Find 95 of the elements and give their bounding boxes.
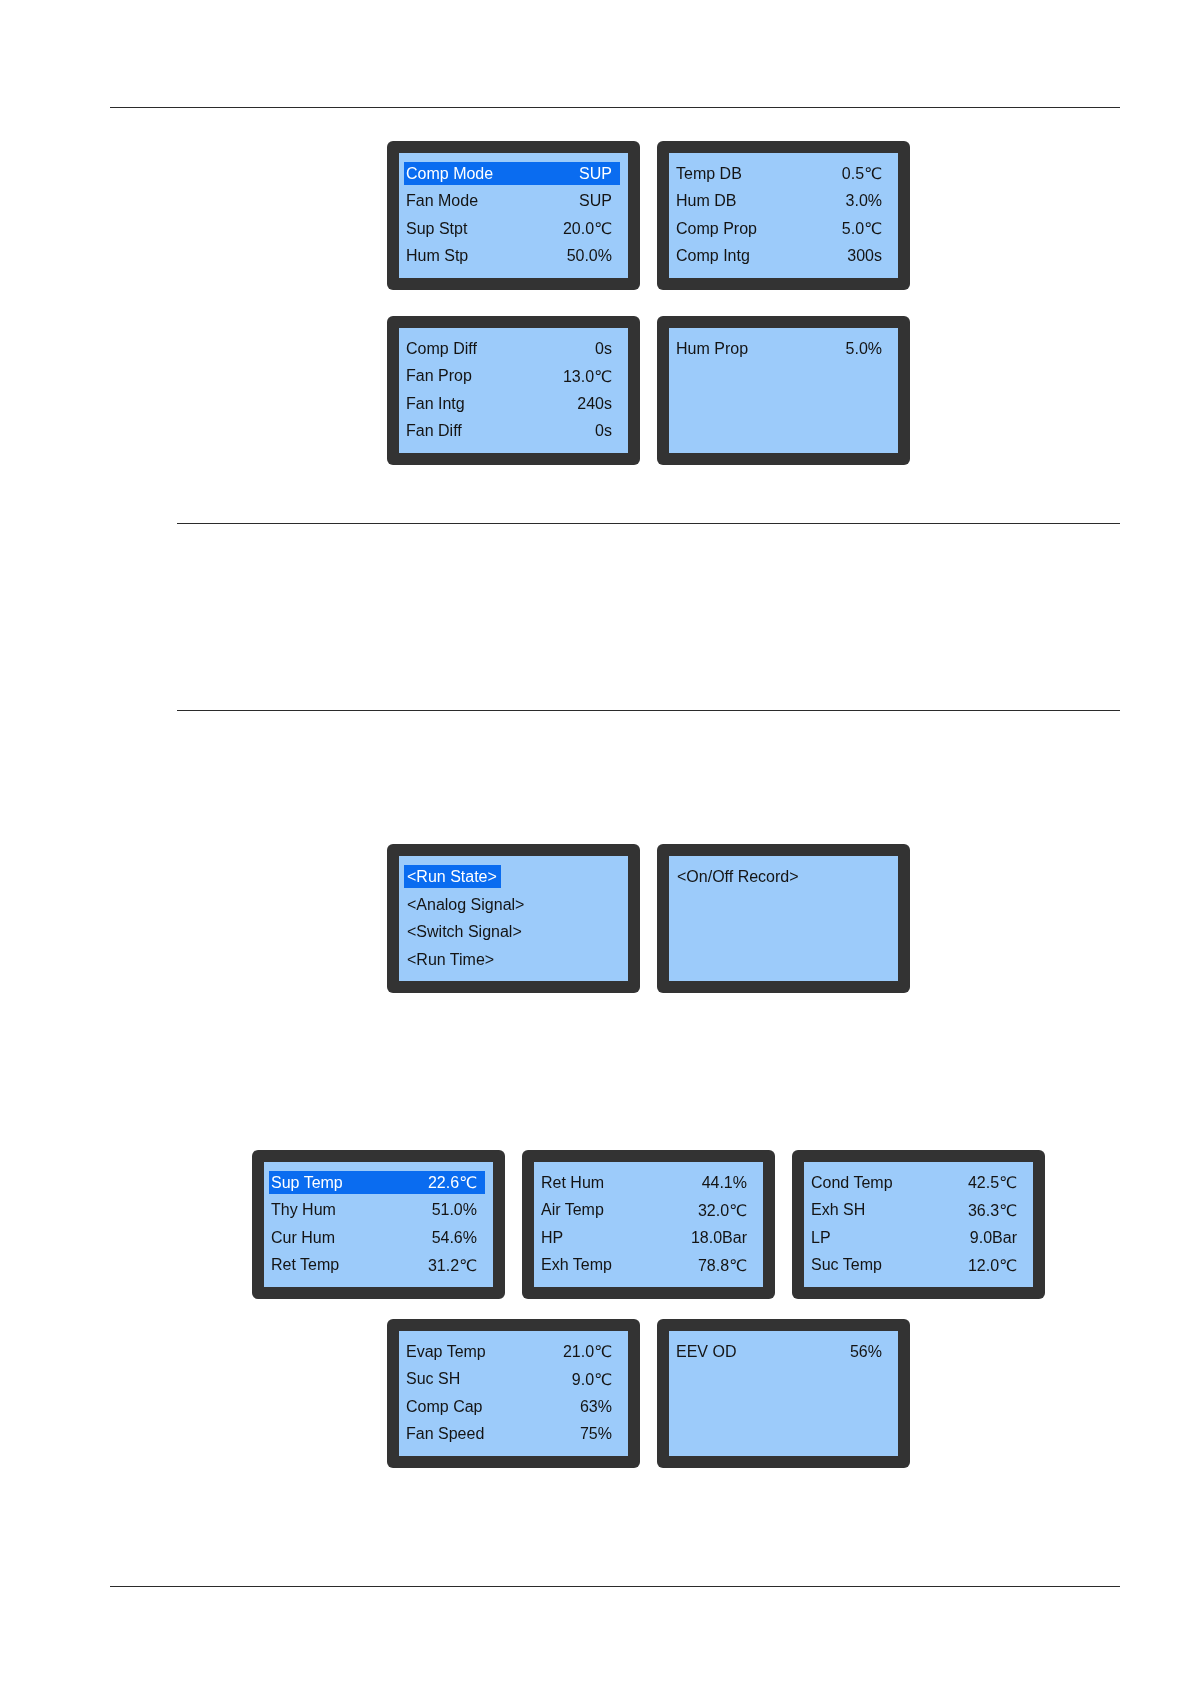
parameter-row[interactable]: Sup Stpt 20.0℃ [404,217,620,240]
parameter-value: 300s [847,247,882,265]
parameter-value: 18.0Bar [690,1228,747,1247]
parameter-row[interactable]: Cur Hum 54.6% [269,1226,485,1249]
parameter-row[interactable]: Fan Diff 0s [404,419,620,443]
parameter-row[interactable]: EEV OD 56% [674,1340,890,1363]
parameter-label: Evap Temp [406,1342,486,1361]
parameter-label: Comp Intg [676,247,750,265]
parameter-label: Comp Mode [406,164,494,183]
menu-item[interactable]: <Run Time> [404,947,499,971]
parameter-row[interactable]: Sup Temp 22.6℃ [269,1171,485,1194]
parameter-value: SUP [579,192,612,210]
parameter-label: HP [541,1228,564,1247]
parameter-label: Comp Diff [406,339,477,358]
parameter-row[interactable]: Fan Intg 240s [404,392,620,415]
parameter-row[interactable]: Exh SH 36.3℃ [809,1198,1025,1222]
parameter-row[interactable]: HP 18.0Bar [539,1226,755,1249]
parameter-label: Cur Hum [271,1228,335,1247]
parameter-row[interactable]: Evap Temp 21.0℃ [404,1340,620,1363]
menu-item[interactable]: <Run State> [404,865,501,888]
parameter-label: Comp Cap [406,1397,483,1416]
parameter-label: Hum Prop [676,339,749,358]
parameter-row[interactable]: Comp Diff 0s [404,337,620,360]
parameter-value: 20.0℃ [562,219,612,238]
parameter-value: SUP [579,164,612,183]
menu-item[interactable]: <Analog Signal> [404,892,529,916]
parameter-label: Thy Hum [271,1201,336,1219]
parameter-label: Fan Prop [406,367,472,385]
parameter-value: 0s [595,339,612,358]
parameter-value: 0.5℃ [841,164,882,183]
parameter-value: 36.3℃ [967,1200,1017,1220]
parameter-value: 5.0℃ [841,219,882,238]
parameter-value: 22.6℃ [427,1173,477,1192]
parameter-value: 21.0℃ [562,1342,612,1361]
parameter-row[interactable]: Suc Temp 12.0℃ [809,1253,1025,1277]
parameter-label: Fan Intg [406,394,465,413]
parameter-value: 42.5℃ [967,1173,1017,1192]
parameter-value: 0s [595,422,612,440]
parameter-label: Suc SH [406,1370,461,1388]
parameter-label: Comp Prop [676,219,757,238]
parameter-label: Sup Temp [271,1173,343,1192]
parameter-value: 9.0℃ [571,1369,612,1389]
parameter-label: Ret Temp [271,1256,340,1274]
parameter-row[interactable]: Exh Temp 78.8℃ [539,1253,755,1277]
parameter-row[interactable]: Fan Mode SUP [404,189,620,213]
parameter-value: 9.0Bar [969,1228,1017,1247]
parameter-row[interactable]: Comp Mode SUP [404,162,620,185]
menu-item[interactable]: <On/Off Record> [674,865,803,888]
parameter-value: 3.0% [845,192,882,210]
parameter-value: 75% [579,1425,612,1443]
parameter-label: EEV OD [676,1342,737,1361]
parameter-value: 54.6% [431,1228,477,1247]
parameter-label: Sup Stpt [406,219,468,238]
parameter-label: Hum DB [676,192,737,210]
parameter-value: 78.8℃ [697,1255,747,1275]
parameter-row[interactable]: Comp Prop 5.0℃ [674,217,890,240]
parameter-value: 56% [849,1342,882,1361]
parameter-label: Temp DB [676,164,742,183]
parameter-label: LP [811,1228,831,1247]
parameter-value: 240s [577,394,612,413]
parameter-row[interactable]: Thy Hum 51.0% [269,1198,485,1222]
parameter-value: 13.0℃ [562,366,612,386]
parameter-row[interactable]: Ret Hum 44.1% [539,1171,755,1194]
parameter-label: Ret Hum [541,1173,605,1192]
parameter-value: 50.0% [566,247,612,265]
parameter-label: Fan Mode [406,192,479,210]
parameter-row[interactable]: Hum DB 3.0% [674,189,890,213]
parameter-row[interactable]: Temp DB 0.5℃ [674,162,890,185]
parameter-value: 51.0% [431,1201,477,1219]
parameter-row[interactable]: Cond Temp 42.5℃ [809,1171,1025,1194]
parameter-value: 32.0℃ [697,1200,747,1220]
parameter-row[interactable]: Suc SH 9.0℃ [404,1367,620,1391]
parameter-value: 44.1% [701,1173,747,1192]
parameter-label: Exh SH [811,1201,866,1219]
parameter-label: Cond Temp [811,1173,893,1192]
parameter-value: 63% [579,1397,612,1416]
parameter-label: Air Temp [541,1201,604,1219]
parameter-label: Exh Temp [541,1256,612,1274]
parameter-row[interactable]: Fan Prop 13.0℃ [404,364,620,388]
parameter-row[interactable]: Air Temp 32.0℃ [539,1198,755,1222]
parameter-label: Suc Temp [811,1256,882,1274]
parameter-label: Hum Stp [406,247,469,265]
menu-item[interactable]: <Switch Signal> [404,920,526,943]
parameter-row[interactable]: Hum Prop 5.0% [674,337,890,360]
parameter-row[interactable]: LP 9.0Bar [809,1226,1025,1249]
parameter-row[interactable]: Comp Intg 300s [674,244,890,268]
parameter-row[interactable]: Ret Temp 31.2℃ [269,1253,485,1277]
parameter-label: Fan Speed [406,1425,485,1443]
parameter-value: 31.2℃ [427,1255,477,1275]
parameter-label: Fan Diff [406,422,462,440]
parameter-row[interactable]: Comp Cap 63% [404,1395,620,1418]
parameter-value: 12.0℃ [967,1255,1017,1275]
parameter-value: 5.0% [845,339,882,358]
parameter-row[interactable]: Hum Stp 50.0% [404,244,620,268]
parameter-row[interactable]: Fan Speed 75% [404,1422,620,1446]
